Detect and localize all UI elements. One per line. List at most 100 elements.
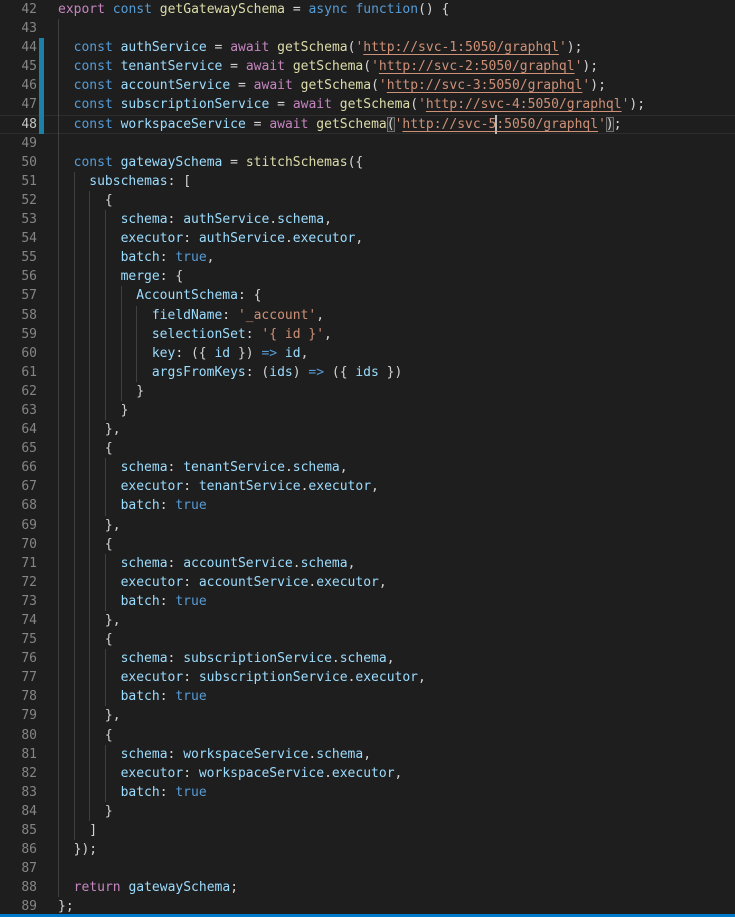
code-line[interactable]: 59selectionSet: '{ id }', [0, 325, 735, 344]
line-number[interactable]: 62 [0, 382, 37, 401]
line-number[interactable]: 57 [0, 286, 37, 305]
line-number[interactable]: 60 [0, 344, 37, 363]
line-number[interactable]: 54 [0, 229, 37, 248]
code-line[interactable]: 62} [0, 382, 735, 401]
code-line[interactable]: 82executor: workspaceService.executor, [0, 764, 735, 783]
code-line[interactable]: 61argsFromKeys: (ids) => ({ ids }) [0, 363, 735, 382]
line-number[interactable]: 56 [0, 267, 37, 286]
line-number[interactable]: 66 [0, 458, 37, 477]
code-line[interactable]: 85] [0, 821, 735, 840]
code-line[interactable]: 52{ [0, 191, 735, 210]
code-line[interactable]: 69}, [0, 516, 735, 535]
line-number[interactable]: 70 [0, 535, 37, 554]
code-line[interactable]: 58fieldName: '_account', [0, 306, 735, 325]
code-line[interactable]: 53schema: authService.schema, [0, 210, 735, 229]
line-number[interactable]: 52 [0, 191, 37, 210]
line-number[interactable]: 58 [0, 306, 37, 325]
line-number[interactable]: 69 [0, 516, 37, 535]
code-line-current[interactable]: 48const workspaceService = await getSche… [0, 115, 735, 134]
line-number[interactable]: 87 [0, 859, 37, 878]
code-line[interactable]: 80{ [0, 726, 735, 745]
code-line[interactable]: 47const subscriptionService = await getS… [0, 95, 735, 114]
line-number[interactable]: 84 [0, 802, 37, 821]
line-number[interactable]: 44 [0, 38, 37, 57]
code-line[interactable]: 87 [0, 859, 735, 878]
line-number[interactable]: 83 [0, 783, 37, 802]
code-line[interactable]: 66schema: tenantService.schema, [0, 458, 735, 477]
code-line[interactable]: 79}, [0, 706, 735, 725]
code-line[interactable]: 45const tenantService = await getSchema(… [0, 57, 735, 76]
git-modified-indicator[interactable] [39, 38, 44, 57]
line-number[interactable]: 43 [0, 19, 37, 38]
line-number[interactable]: 86 [0, 840, 37, 859]
git-modified-indicator[interactable] [39, 76, 44, 95]
line-number[interactable]: 65 [0, 439, 37, 458]
line-number[interactable]: 82 [0, 764, 37, 783]
line-number[interactable]: 71 [0, 554, 37, 573]
code-line[interactable]: 44const authService = await getSchema('h… [0, 38, 735, 57]
line-number[interactable]: 64 [0, 420, 37, 439]
line-number[interactable]: 49 [0, 134, 37, 153]
line-number[interactable]: 88 [0, 878, 37, 897]
git-modified-indicator[interactable] [39, 95, 44, 114]
line-number[interactable]: 80 [0, 726, 37, 745]
code-line[interactable]: 42export const getGatewaySchema = async … [0, 0, 735, 19]
line-number[interactable]: 75 [0, 630, 37, 649]
code-line[interactable]: 88return gatewaySchema; [0, 878, 735, 897]
code-line[interactable]: 56merge: { [0, 267, 735, 286]
code-line[interactable]: 55batch: true, [0, 248, 735, 267]
code-line[interactable]: 54executor: authService.executor, [0, 229, 735, 248]
line-number[interactable]: 68 [0, 496, 37, 515]
code-line[interactable]: 75{ [0, 630, 735, 649]
code-line[interactable]: 57AccountSchema: { [0, 286, 735, 305]
code-line[interactable]: 43 [0, 19, 735, 38]
code-line[interactable]: 81schema: workspaceService.schema, [0, 745, 735, 764]
code-line[interactable]: 49 [0, 134, 735, 153]
code-line[interactable]: 46const accountService = await getSchema… [0, 76, 735, 95]
line-number[interactable]: 50 [0, 153, 37, 172]
line-number[interactable]: 81 [0, 745, 37, 764]
code-line[interactable]: 71schema: accountService.schema, [0, 554, 735, 573]
line-number[interactable]: 78 [0, 687, 37, 706]
line-number[interactable]: 85 [0, 821, 37, 840]
line-number[interactable]: 79 [0, 706, 37, 725]
line-number[interactable]: 76 [0, 649, 37, 668]
line-number[interactable]: 48 [0, 115, 37, 134]
code-line[interactable]: 73batch: true [0, 592, 735, 611]
line-number[interactable]: 59 [0, 325, 37, 344]
code-line[interactable]: 78batch: true [0, 687, 735, 706]
line-number[interactable]: 67 [0, 477, 37, 496]
code-line[interactable]: 83batch: true [0, 783, 735, 802]
line-number[interactable]: 45 [0, 57, 37, 76]
line-number[interactable]: 53 [0, 210, 37, 229]
code-line[interactable]: 60key: ({ id }) => id, [0, 344, 735, 363]
code-line[interactable]: 70{ [0, 535, 735, 554]
code-line[interactable]: 51subschemas: [ [0, 172, 735, 191]
line-number[interactable]: 51 [0, 172, 37, 191]
line-number[interactable]: 72 [0, 573, 37, 592]
code-line[interactable]: 84} [0, 802, 735, 821]
code-line[interactable]: 67executor: tenantService.executor, [0, 477, 735, 496]
line-number[interactable]: 77 [0, 668, 37, 687]
code-line[interactable]: 68batch: true [0, 496, 735, 515]
line-number[interactable]: 73 [0, 592, 37, 611]
code-line[interactable]: 74}, [0, 611, 735, 630]
code-line[interactable]: 65{ [0, 439, 735, 458]
line-number[interactable]: 55 [0, 248, 37, 267]
line-number[interactable]: 74 [0, 611, 37, 630]
git-modified-indicator[interactable] [39, 115, 44, 134]
code-line[interactable]: 72executor: accountService.executor, [0, 573, 735, 592]
code-line[interactable]: 64}, [0, 420, 735, 439]
code-line[interactable]: 76schema: subscriptionService.schema, [0, 649, 735, 668]
line-number[interactable]: 46 [0, 76, 37, 95]
code-line[interactable]: 86}); [0, 840, 735, 859]
line-number[interactable]: 61 [0, 363, 37, 382]
code-line[interactable]: 63} [0, 401, 735, 420]
code-line[interactable]: 77executor: subscriptionService.executor… [0, 668, 735, 687]
code-editor[interactable]: 42export const getGatewaySchema = async … [0, 0, 735, 917]
line-number[interactable]: 42 [0, 0, 37, 19]
line-number[interactable]: 63 [0, 401, 37, 420]
line-number[interactable]: 47 [0, 95, 37, 114]
code-line[interactable]: 50const gatewaySchema = stitchSchemas({ [0, 153, 735, 172]
git-modified-indicator[interactable] [39, 57, 44, 76]
